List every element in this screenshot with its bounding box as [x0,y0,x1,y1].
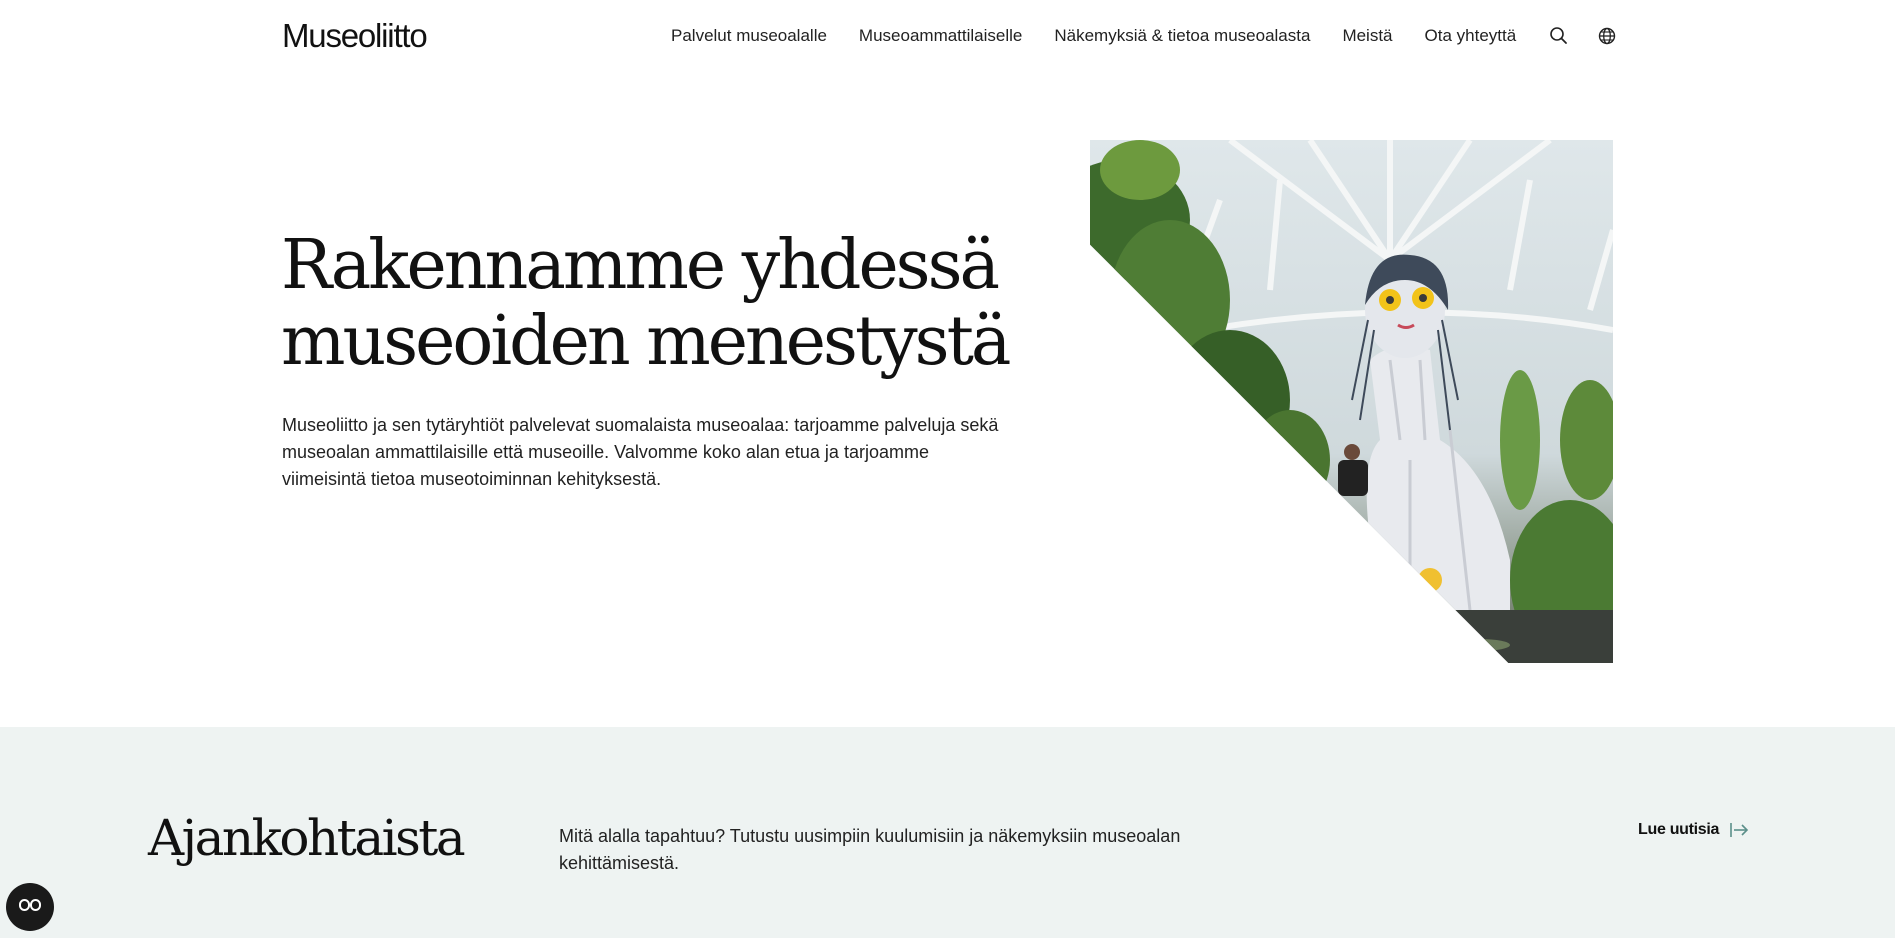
hero-title: Rakennamme yhdessä museoiden menestystä [281,228,1041,380]
hero-title-line-1: Rakennamme yhdessä [281,226,1000,305]
hero-description: Museoliitto ja sen tytäryhtiöt palveleva… [282,415,999,489]
site-header: Museoliitto Palvelut museoalalle Museoam… [0,0,1895,72]
search-icon[interactable] [1548,25,1570,47]
news-description: Mitä alalla tapahtuu? Tutustu uusimpiin … [559,826,1181,873]
main-nav: Palvelut museoalalle Museoammattilaisell… [671,24,1644,48]
hero-image [1090,140,1613,663]
read-news-label: Lue uutisia [1638,821,1720,838]
nav-item-palvelut[interactable]: Palvelut museoalalle [671,24,827,48]
arrow-right-icon [1729,820,1749,840]
nav-item-museoammattilaiselle[interactable]: Museoammattilaiselle [859,24,1022,48]
read-news-link[interactable]: Lue uutisia [1638,820,1749,840]
nav-item-ota-yhteytta[interactable]: Ota yhteyttä [1425,24,1517,48]
nav-item-nakemyksia[interactable]: Näkemyksiä & tietoa museoalasta [1054,24,1310,48]
accessibility-button[interactable] [6,883,54,931]
news-title: Ajankohtaista [148,809,466,867]
hero-title-line-2: museoiden menestystä [281,302,1011,381]
globe-icon[interactable] [1596,25,1618,47]
nav-item-meista[interactable]: Meistä [1342,24,1392,48]
site-logo[interactable]: Museoliitto [282,18,428,54]
accessibility-icon [17,892,43,923]
